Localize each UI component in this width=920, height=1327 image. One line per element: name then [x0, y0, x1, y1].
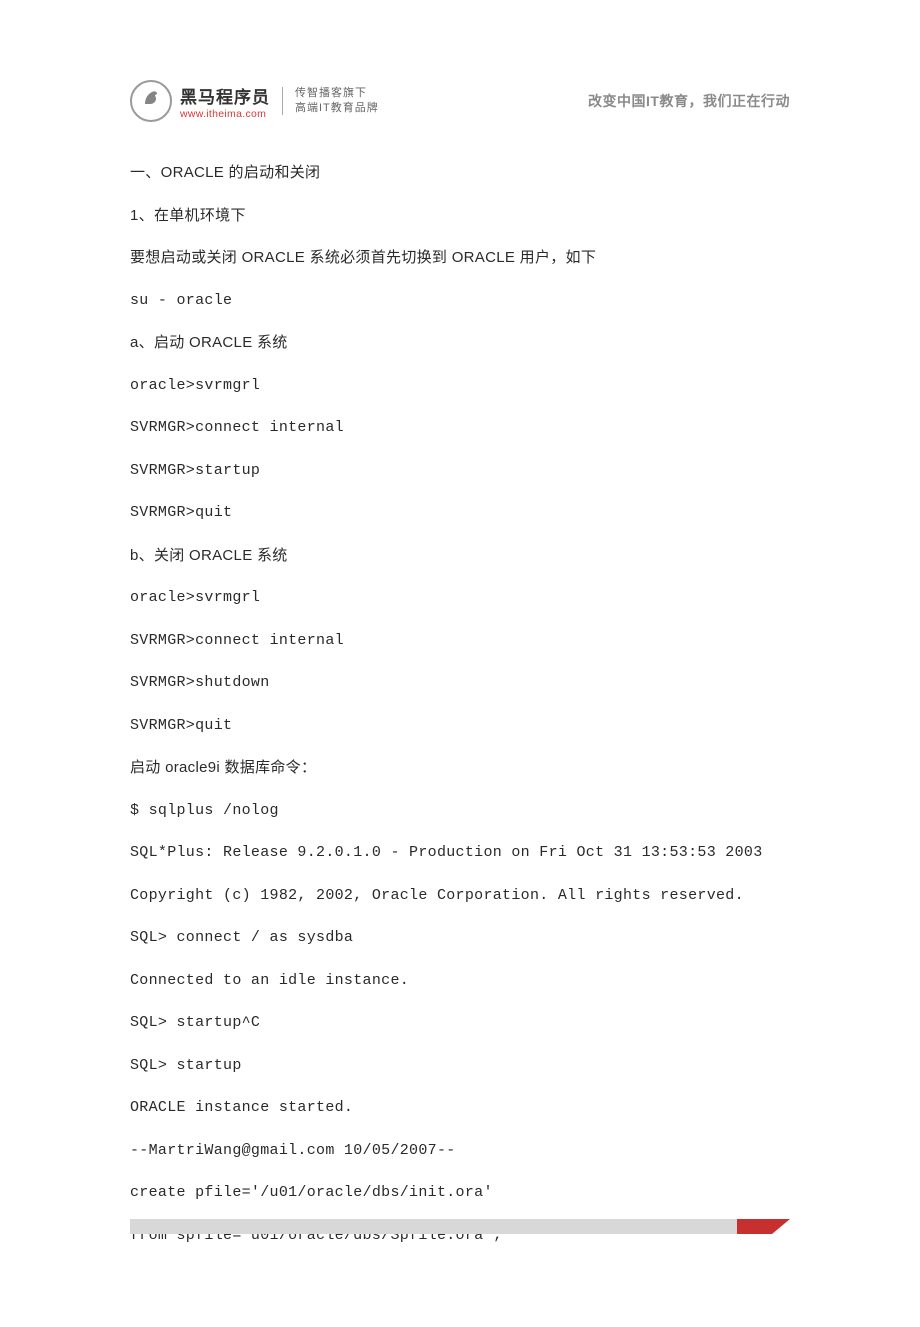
paragraph: 要想启动或关闭 ORACLE 系统必须首先切换到 ORACLE 用户，如下	[130, 247, 790, 270]
code-line: Copyright (c) 1982, 2002, Oracle Corpora…	[130, 885, 790, 908]
document-content: 一、ORACLE 的启动和关闭 1、在单机环境下 要想启动或关闭 ORACLE …	[130, 162, 790, 1247]
code-line: SQL*Plus: Release 9.2.0.1.0 - Production…	[130, 842, 790, 865]
code-line: ORACLE instance started.	[130, 1097, 790, 1120]
code-line: SVRMGR>connect internal	[130, 630, 790, 653]
logo-block: 黑马程序员 www.itheima.com 传智播客旗下 高端IT教育品牌	[130, 80, 379, 122]
code-line: Connected to an idle instance.	[130, 970, 790, 993]
code-line: SVRMGR>quit	[130, 715, 790, 738]
logo-url: www.itheima.com	[180, 108, 270, 120]
code-line: oracle>svrmgrl	[130, 375, 790, 398]
logo-icon	[130, 80, 172, 122]
logo-divider	[282, 87, 283, 115]
header-slogan: 改变中国IT教育，我们正在行动	[588, 91, 790, 111]
logo-sub-line1: 传智播客旗下	[295, 86, 379, 101]
logo-subtitle: 传智播客旗下 高端IT教育品牌	[295, 86, 379, 116]
paragraph: 1、在单机环境下	[130, 205, 790, 228]
footer-accent-icon	[772, 1219, 790, 1234]
logo-text-main: 黑马程序员 www.itheima.com	[180, 83, 270, 120]
code-line: SVRMGR>connect internal	[130, 417, 790, 440]
footer-bar	[130, 1219, 790, 1234]
paragraph: b、关闭 ORACLE 系统	[130, 545, 790, 568]
code-line: SVRMGR>shutdown	[130, 672, 790, 695]
code-line: SQL> startup	[130, 1055, 790, 1078]
code-line: SQL> startup^C	[130, 1012, 790, 1035]
page-header: 黑马程序员 www.itheima.com 传智播客旗下 高端IT教育品牌 改变…	[130, 80, 790, 122]
code-line: oracle>svrmgrl	[130, 587, 790, 610]
heading-1: 一、ORACLE 的启动和关闭	[130, 162, 790, 185]
logo-title: 黑马程序员	[180, 83, 270, 108]
paragraph: 启动 oracle9i 数据库命令：	[130, 757, 790, 780]
code-line: SVRMGR>startup	[130, 460, 790, 483]
code-line: $ sqlplus /nolog	[130, 800, 790, 823]
code-line: su - oracle	[130, 290, 790, 313]
document-page: 黑马程序员 www.itheima.com 传智播客旗下 高端IT教育品牌 改变…	[0, 0, 920, 1327]
horse-icon	[139, 86, 163, 116]
code-line: SVRMGR>quit	[130, 502, 790, 525]
code-line: --MartriWang@gmail.com 10/05/2007--	[130, 1140, 790, 1163]
code-line: create pfile='/u01/oracle/dbs/init.ora'	[130, 1182, 790, 1205]
code-line: SQL> connect / as sysdba	[130, 927, 790, 950]
logo-sub-line2: 高端IT教育品牌	[295, 101, 379, 116]
paragraph: a、启动 ORACLE 系统	[130, 332, 790, 355]
